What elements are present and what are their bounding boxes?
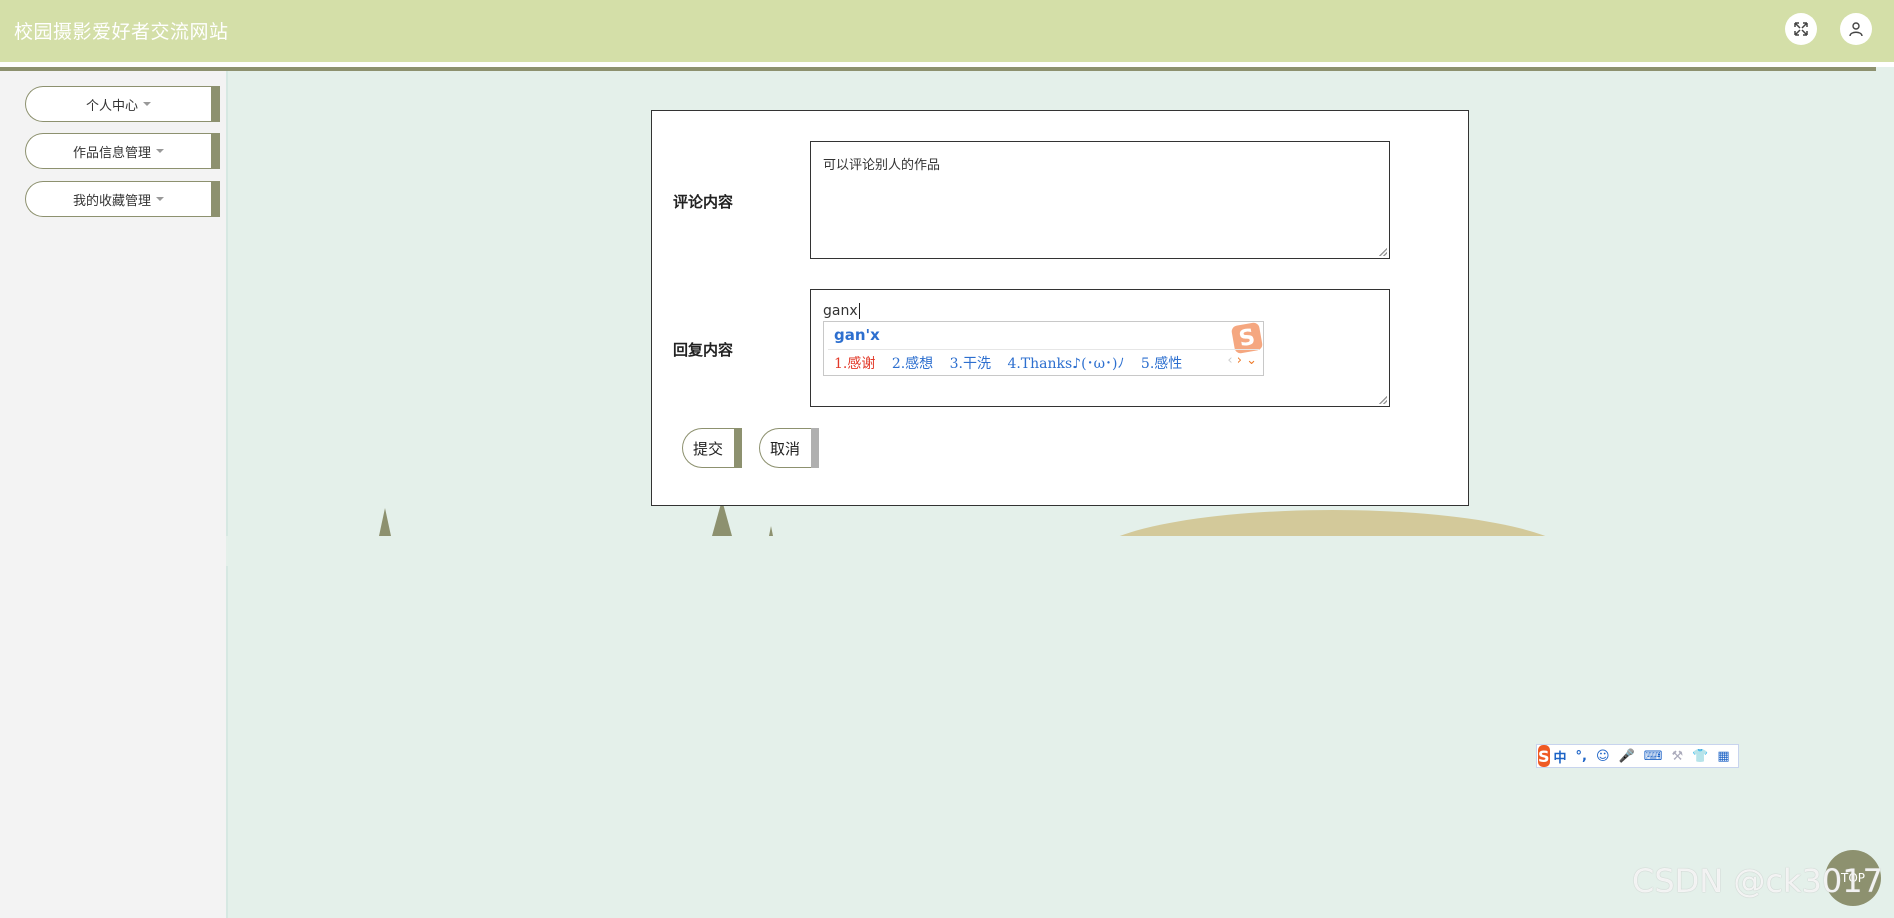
comment-text: 可以评论别人的作品 (823, 158, 941, 173)
expand-icon (1794, 22, 1808, 36)
user-icon (1849, 22, 1863, 37)
ime-candidate-list: 1.感谢 2.感想 3.干洗 4.Thanks♪(･ω･)ﾉ 5.感性 (834, 353, 1194, 373)
comment-textarea[interactable]: 可以评论别人的作品 (810, 141, 1390, 259)
ime-divider (828, 349, 1259, 350)
user-menu-button[interactable] (1840, 13, 1872, 45)
ime-composition: gan'x (834, 326, 880, 344)
landscape-mask (226, 536, 1876, 566)
grid-icon[interactable]: ▦ (1717, 749, 1729, 764)
decorative-tree (379, 508, 391, 536)
ime-page-nav: ‹ › ⌄ (1227, 353, 1257, 368)
resize-handle[interactable] (1379, 248, 1387, 256)
tools-icon[interactable]: ⚒ (1672, 749, 1684, 764)
fullscreen-button[interactable] (1785, 13, 1817, 45)
ime-toolbar: S 中 °, ☺ 🎤 ⌨ ⚒ 👕 ▦ (1536, 744, 1739, 768)
caret-down-icon (143, 102, 151, 106)
sidebar-item-works-management[interactable]: 作品信息管理 (25, 133, 220, 169)
resize-handle[interactable] (1379, 396, 1387, 404)
submit-button[interactable]: 提交 (682, 428, 742, 468)
caret-down-icon (156, 149, 164, 153)
chevron-right-icon[interactable]: › (1237, 353, 1242, 368)
reply-form-panel: 评论内容 可以评论别人的作品 回复内容 ganx​ 提交 取消 (651, 110, 1469, 506)
decorative-tree (769, 526, 773, 536)
sidebar-item-label: 我的收藏管理 (72, 193, 151, 209)
caret-down-icon (156, 197, 164, 201)
top-header: 校园摄影爱好者交流网站 (0, 0, 1894, 71)
ime-mode-toggle[interactable]: 中 (1554, 747, 1567, 766)
watermark: CSDN @ck3017 (1632, 862, 1883, 900)
sidebar-item-favorites-management[interactable]: 我的收藏管理 (25, 181, 220, 217)
ime-candidate[interactable]: 3.干洗 (950, 356, 991, 372)
microphone-icon[interactable]: 🎤 (1619, 749, 1635, 764)
site-title: 校园摄影爱好者交流网站 (14, 21, 229, 43)
text-cursor: ​ (858, 303, 860, 319)
ime-candidate-window: gan'x S 1.感谢 2.感想 3.干洗 4.Thanks♪(･ω･)ﾉ 5… (823, 321, 1264, 376)
sidebar-item-personal-center[interactable]: 个人中心 (25, 86, 220, 122)
emoji-icon[interactable]: ☺ (1596, 749, 1610, 764)
sogou-logo-icon[interactable]: S (1538, 745, 1550, 767)
sidebar-item-label: 个人中心 (85, 98, 138, 114)
keyboard-icon[interactable]: ⌨ (1644, 749, 1663, 764)
ime-candidate[interactable]: 1.感谢 (834, 356, 875, 372)
ime-candidate[interactable]: 2.感想 (892, 356, 933, 372)
reply-text: ganx (823, 303, 858, 319)
comment-label: 评论内容 (673, 193, 734, 211)
chevron-left-icon[interactable]: ‹ (1227, 353, 1232, 368)
chevron-down-icon[interactable]: ⌄ (1246, 353, 1257, 368)
cancel-button[interactable]: 取消 (759, 428, 819, 468)
header-divider-olive (0, 67, 1876, 71)
reply-label: 回复内容 (673, 341, 734, 359)
ime-candidate[interactable]: 4.Thanks♪(･ω･)ﾉ (1007, 356, 1124, 372)
ime-candidate[interactable]: 5.感性 (1141, 356, 1182, 372)
sidebar: 个人中心 作品信息管理 我的收藏管理 (0, 71, 228, 918)
skin-icon[interactable]: 👕 (1692, 749, 1708, 764)
sidebar-item-label: 作品信息管理 (72, 145, 151, 161)
ime-punct-toggle[interactable]: °, (1576, 749, 1587, 764)
